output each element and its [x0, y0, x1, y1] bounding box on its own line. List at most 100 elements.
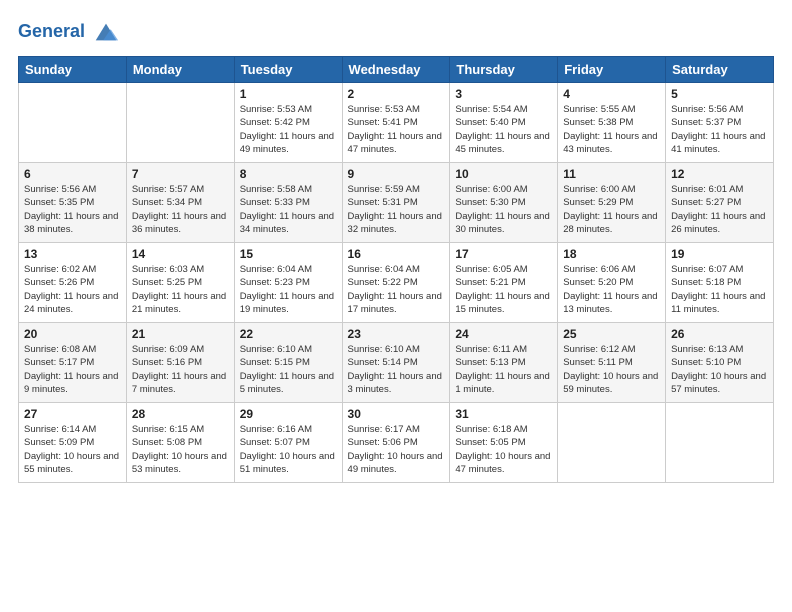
calendar-week-row: 27Sunrise: 6:14 AMSunset: 5:09 PMDayligh…: [19, 403, 774, 483]
day-detail: Sunrise: 5:56 AMSunset: 5:35 PMDaylight:…: [24, 183, 121, 236]
calendar-cell: [19, 83, 127, 163]
calendar-cell: 27Sunrise: 6:14 AMSunset: 5:09 PMDayligh…: [19, 403, 127, 483]
day-detail: Sunrise: 6:00 AMSunset: 5:30 PMDaylight:…: [455, 183, 552, 236]
day-detail: Sunrise: 6:10 AMSunset: 5:14 PMDaylight:…: [348, 343, 445, 396]
calendar-cell: 30 Sunrise: 6:17 AMSunset: 5:06 PMDayligh…: [342, 403, 450, 483]
day-detail: Sunrise: 6:10 AMSunset: 5:15 PMDaylight:…: [240, 343, 337, 396]
day-detail: Sunrise: 6:00 AMSunset: 5:29 PMDaylight:…: [563, 183, 660, 236]
logo-text: General: [18, 18, 120, 46]
day-number: 24: [455, 327, 552, 341]
calendar-cell: 18 Sunrise: 6:06 AMSunset: 5:20 PMDayligh…: [558, 243, 666, 323]
day-number: 30: [348, 407, 445, 421]
calendar-cell: 2Sunrise: 5:53 AMSunset: 5:41 PMDaylight…: [342, 83, 450, 163]
day-detail: Sunrise: 6:01 AMSunset: 5:27 PMDaylight:…: [671, 183, 768, 236]
calendar-header-row: SundayMondayTuesdayWednesdayThursdayFrid…: [19, 57, 774, 83]
day-detail: Sunrise: 5:57 AMSunset: 5:34 PMDaylight:…: [132, 183, 229, 236]
day-detail: Sunrise: 6:05 AMSunset: 5:21 PMDaylight:…: [455, 263, 552, 316]
calendar-cell: 14 Sunrise: 6:03 AMSunset: 5:25 PMDayligh…: [126, 243, 234, 323]
calendar-cell: 8 Sunrise: 5:58 AMSunset: 5:33 PMDaylight…: [234, 163, 342, 243]
day-number: 9: [348, 167, 445, 181]
calendar-cell: 4 Sunrise: 5:55 AMSunset: 5:38 PMDaylight…: [558, 83, 666, 163]
day-detail: Sunrise: 5:53 AMSunset: 5:41 PMDaylight:…: [348, 103, 445, 156]
calendar-cell: 17 Sunrise: 6:05 AMSunset: 5:21 PMDayligh…: [450, 243, 558, 323]
calendar-cell: 21 Sunrise: 6:09 AMSunset: 5:16 PMDayligh…: [126, 323, 234, 403]
day-detail: Sunrise: 6:04 AMSunset: 5:22 PMDaylight:…: [348, 263, 445, 316]
day-detail: Sunrise: 5:59 AMSunset: 5:31 PMDaylight:…: [348, 183, 445, 236]
day-detail: Sunrise: 6:03 AMSunset: 5:25 PMDaylight:…: [132, 263, 229, 316]
day-number: 14: [132, 247, 229, 261]
calendar-cell: 7 Sunrise: 5:57 AMSunset: 5:34 PMDaylight…: [126, 163, 234, 243]
calendar-cell: [666, 403, 774, 483]
day-number: 29: [240, 407, 337, 421]
day-number: 4: [563, 87, 660, 101]
day-number: 18: [563, 247, 660, 261]
day-detail: Sunrise: 5:56 AMSunset: 5:37 PMDaylight:…: [671, 103, 768, 156]
page: General SundayMondayTuesdayWednesdayThur…: [0, 0, 792, 612]
day-detail: Sunrise: 6:02 AMSunset: 5:26 PMDaylight:…: [24, 263, 121, 316]
day-detail: Sunrise: 6:07 AMSunset: 5:18 PMDaylight:…: [671, 263, 768, 316]
calendar-cell: 23 Sunrise: 6:10 AMSunset: 5:14 PMDayligh…: [342, 323, 450, 403]
day-number: 7: [132, 167, 229, 181]
day-number: 8: [240, 167, 337, 181]
day-detail: Sunrise: 6:17 AMSunset: 5:06 PMDaylight:…: [348, 423, 445, 476]
day-detail: Sunrise: 6:11 AMSunset: 5:13 PMDaylight:…: [455, 343, 552, 396]
logo: General: [18, 18, 120, 46]
day-number: 20: [24, 327, 121, 341]
calendar-cell: 25 Sunrise: 6:12 AMSunset: 5:11 PMDayligh…: [558, 323, 666, 403]
day-number: 12: [671, 167, 768, 181]
weekday-header: Sunday: [19, 57, 127, 83]
day-detail: Sunrise: 6:08 AMSunset: 5:17 PMDaylight:…: [24, 343, 121, 396]
weekday-header: Monday: [126, 57, 234, 83]
day-number: 17: [455, 247, 552, 261]
day-number: 15: [240, 247, 337, 261]
calendar-cell: 29 Sunrise: 6:16 AMSunset: 5:07 PMDayligh…: [234, 403, 342, 483]
calendar-cell: 20 Sunrise: 6:08 AMSunset: 5:17 PMDayligh…: [19, 323, 127, 403]
calendar-week-row: 6 Sunrise: 5:56 AMSunset: 5:35 PMDaylight…: [19, 163, 774, 243]
day-detail: Sunrise: 6:12 AMSunset: 5:11 PMDaylight:…: [563, 343, 660, 396]
calendar-cell: 24 Sunrise: 6:11 AMSunset: 5:13 PMDayligh…: [450, 323, 558, 403]
calendar-cell: 9 Sunrise: 5:59 AMSunset: 5:31 PMDaylight…: [342, 163, 450, 243]
day-number: 19: [671, 247, 768, 261]
weekday-header: Saturday: [666, 57, 774, 83]
calendar-week-row: 1Sunrise: 5:53 AMSunset: 5:42 PMDaylight…: [19, 83, 774, 163]
day-number: 16: [348, 247, 445, 261]
day-number: 13: [24, 247, 121, 261]
day-number: 31: [455, 407, 552, 421]
weekday-header: Tuesday: [234, 57, 342, 83]
calendar-cell: 10Sunrise: 6:00 AMSunset: 5:30 PMDayligh…: [450, 163, 558, 243]
day-detail: Sunrise: 5:55 AMSunset: 5:38 PMDaylight:…: [563, 103, 660, 156]
calendar-cell: 3Sunrise: 5:54 AMSunset: 5:40 PMDaylight…: [450, 83, 558, 163]
day-number: 1: [240, 87, 337, 101]
day-number: 26: [671, 327, 768, 341]
calendar-cell: 31 Sunrise: 6:18 AMSunset: 5:05 PMDayligh…: [450, 403, 558, 483]
calendar-cell: 22 Sunrise: 6:10 AMSunset: 5:15 PMDayligh…: [234, 323, 342, 403]
calendar-cell: 13 Sunrise: 6:02 AMSunset: 5:26 PMDayligh…: [19, 243, 127, 323]
calendar-cell: 12 Sunrise: 6:01 AMSunset: 5:27 PMDayligh…: [666, 163, 774, 243]
day-detail: Sunrise: 5:58 AMSunset: 5:33 PMDaylight:…: [240, 183, 337, 236]
day-number: 21: [132, 327, 229, 341]
calendar-cell: 11 Sunrise: 6:00 AMSunset: 5:29 PMDayligh…: [558, 163, 666, 243]
calendar-cell: 5Sunrise: 5:56 AMSunset: 5:37 PMDaylight…: [666, 83, 774, 163]
calendar-cell: 1Sunrise: 5:53 AMSunset: 5:42 PMDaylight…: [234, 83, 342, 163]
day-detail: Sunrise: 6:09 AMSunset: 5:16 PMDaylight:…: [132, 343, 229, 396]
day-number: 11: [563, 167, 660, 181]
header: General: [18, 18, 774, 46]
day-number: 22: [240, 327, 337, 341]
weekday-header: Wednesday: [342, 57, 450, 83]
calendar-cell: 28 Sunrise: 6:15 AMSunset: 5:08 PMDayligh…: [126, 403, 234, 483]
day-detail: Sunrise: 6:16 AMSunset: 5:07 PMDaylight:…: [240, 423, 337, 476]
day-number: 25: [563, 327, 660, 341]
day-detail: Sunrise: 6:06 AMSunset: 5:20 PMDaylight:…: [563, 263, 660, 316]
day-number: 28: [132, 407, 229, 421]
day-detail: Sunrise: 6:18 AMSunset: 5:05 PMDaylight:…: [455, 423, 552, 476]
calendar-week-row: 20 Sunrise: 6:08 AMSunset: 5:17 PMDayligh…: [19, 323, 774, 403]
day-detail: Sunrise: 6:04 AMSunset: 5:23 PMDaylight:…: [240, 263, 337, 316]
calendar-cell: 16 Sunrise: 6:04 AMSunset: 5:22 PMDayligh…: [342, 243, 450, 323]
day-number: 23: [348, 327, 445, 341]
weekday-header: Friday: [558, 57, 666, 83]
day-detail: Sunrise: 6:14 AMSunset: 5:09 PMDaylight:…: [24, 423, 121, 476]
day-number: 6: [24, 167, 121, 181]
calendar-cell: [558, 403, 666, 483]
day-detail: Sunrise: 6:15 AMSunset: 5:08 PMDaylight:…: [132, 423, 229, 476]
day-number: 3: [455, 87, 552, 101]
